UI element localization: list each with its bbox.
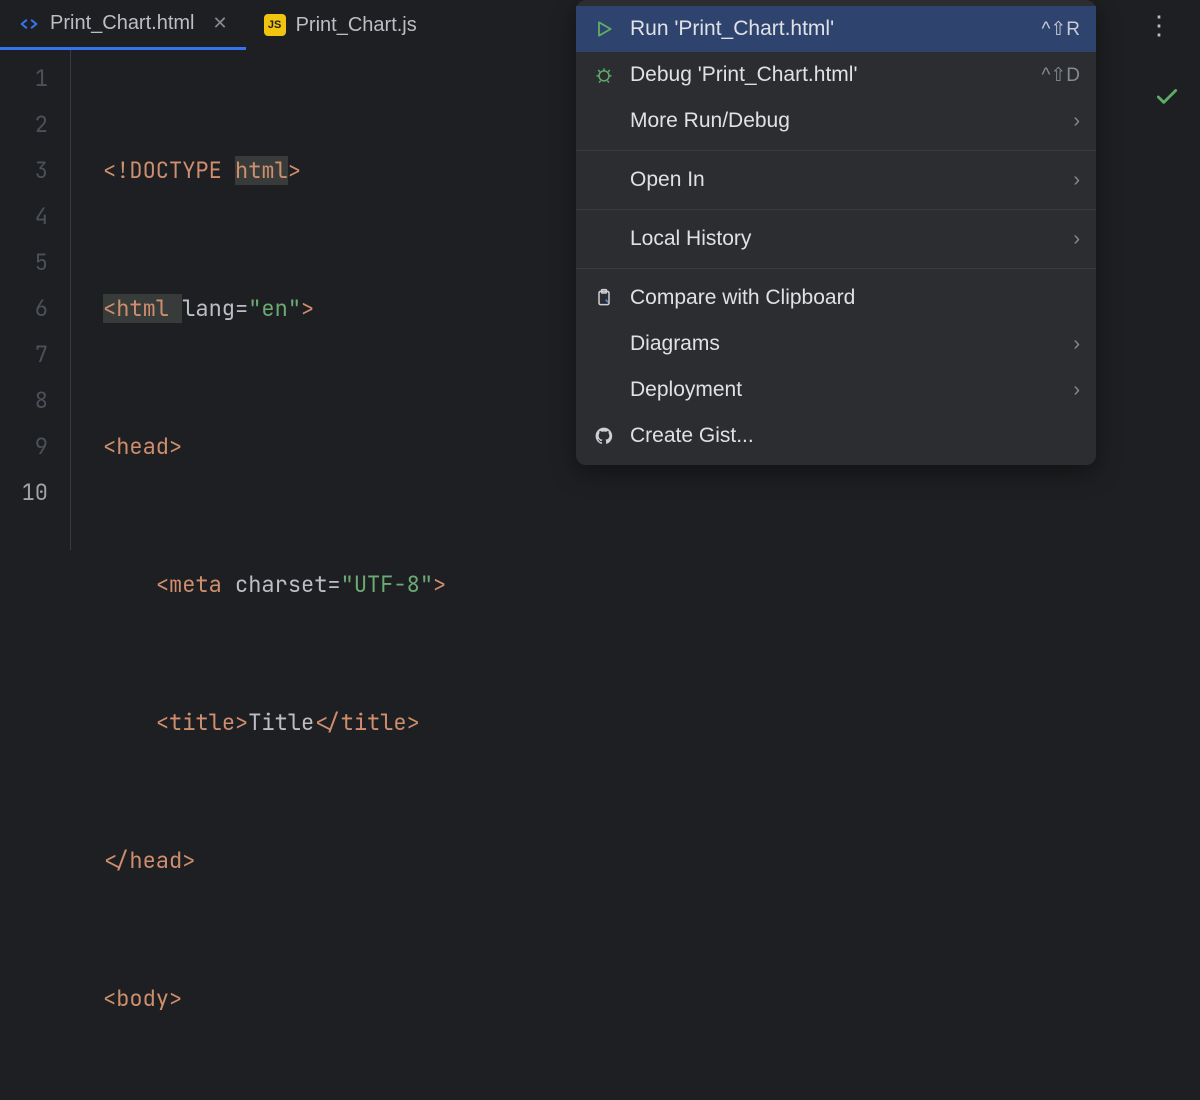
chevron-right-icon: › — [1073, 379, 1080, 402]
menu-label: More Run/Debug — [630, 109, 1059, 133]
github-icon — [592, 424, 616, 448]
menu-separator — [576, 209, 1096, 210]
empty-icon — [592, 168, 616, 192]
line-number: 5 — [0, 240, 48, 286]
html-file-icon — [18, 13, 40, 35]
code-line: <meta charset="UTF-8"> — [103, 562, 1200, 608]
line-number: 8 — [0, 378, 48, 424]
menu-label: Compare with Clipboard — [630, 286, 1080, 310]
menu-label: Diagrams — [630, 332, 1059, 356]
empty-icon — [592, 109, 616, 133]
menu-separator — [576, 268, 1096, 269]
line-number: 3 — [0, 148, 48, 194]
chevron-right-icon: › — [1073, 110, 1080, 133]
line-gutter: 1 2 3 4 5 6 7 8 9 10 — [0, 50, 70, 550]
menu-compare-clipboard[interactable]: Compare with Clipboard — [576, 275, 1096, 321]
more-options-icon[interactable]: ⋮ — [1146, 10, 1172, 41]
menu-local-history[interactable]: Local History › — [576, 216, 1096, 262]
menu-label: Deployment — [630, 378, 1059, 402]
menu-deployment[interactable]: Deployment › — [576, 367, 1096, 413]
menu-label: Debug 'Print_Chart.html' — [630, 63, 1027, 87]
tab-label: Print_Chart.html — [50, 12, 195, 35]
chevron-right-icon: › — [1073, 333, 1080, 356]
clipboard-icon — [592, 286, 616, 310]
tab-print-chart-js[interactable]: JS Print_Chart.js — [246, 0, 435, 50]
empty-icon — [592, 227, 616, 251]
line-number: 7 — [0, 332, 48, 378]
menu-run[interactable]: Run 'Print_Chart.html' ^⇧R — [576, 6, 1096, 52]
play-icon — [592, 17, 616, 41]
menu-shortcut: ^⇧R — [1041, 18, 1080, 41]
code-line: </head> — [103, 838, 1200, 884]
chevron-right-icon: › — [1073, 228, 1080, 251]
line-number: 6 — [0, 286, 48, 332]
context-menu: Run 'Print_Chart.html' ^⇧R Debug 'Print_… — [576, 0, 1096, 465]
chevron-right-icon: › — [1073, 169, 1080, 192]
menu-debug[interactable]: Debug 'Print_Chart.html' ^⇧D — [576, 52, 1096, 98]
menu-shortcut: ^⇧D — [1041, 64, 1080, 87]
close-icon[interactable]: ✕ — [205, 13, 228, 34]
line-number: 10 — [0, 470, 48, 516]
menu-label: Local History — [630, 227, 1059, 251]
menu-open-in[interactable]: Open In › — [576, 157, 1096, 203]
js-file-icon: JS — [264, 14, 286, 36]
menu-more-run-debug[interactable]: More Run/Debug › — [576, 98, 1096, 144]
inspection-ok-icon[interactable] — [1154, 84, 1180, 115]
line-number: 4 — [0, 194, 48, 240]
menu-create-gist[interactable]: Create Gist... — [576, 413, 1096, 459]
empty-icon — [592, 378, 616, 402]
line-number: 1 — [0, 56, 48, 102]
code-line: <body> — [103, 976, 1200, 1022]
code-line: <title>Title</title> — [103, 700, 1200, 746]
line-number: 2 — [0, 102, 48, 148]
empty-icon — [592, 332, 616, 356]
menu-separator — [576, 150, 1096, 151]
menu-label: Run 'Print_Chart.html' — [630, 17, 1027, 41]
menu-diagrams[interactable]: Diagrams › — [576, 321, 1096, 367]
bug-icon — [592, 63, 616, 87]
line-number: 9 — [0, 424, 48, 470]
tab-print-chart-html[interactable]: Print_Chart.html ✕ — [0, 0, 246, 50]
menu-label: Create Gist... — [630, 424, 1080, 448]
tab-label: Print_Chart.js — [296, 14, 417, 37]
menu-label: Open In — [630, 168, 1059, 192]
